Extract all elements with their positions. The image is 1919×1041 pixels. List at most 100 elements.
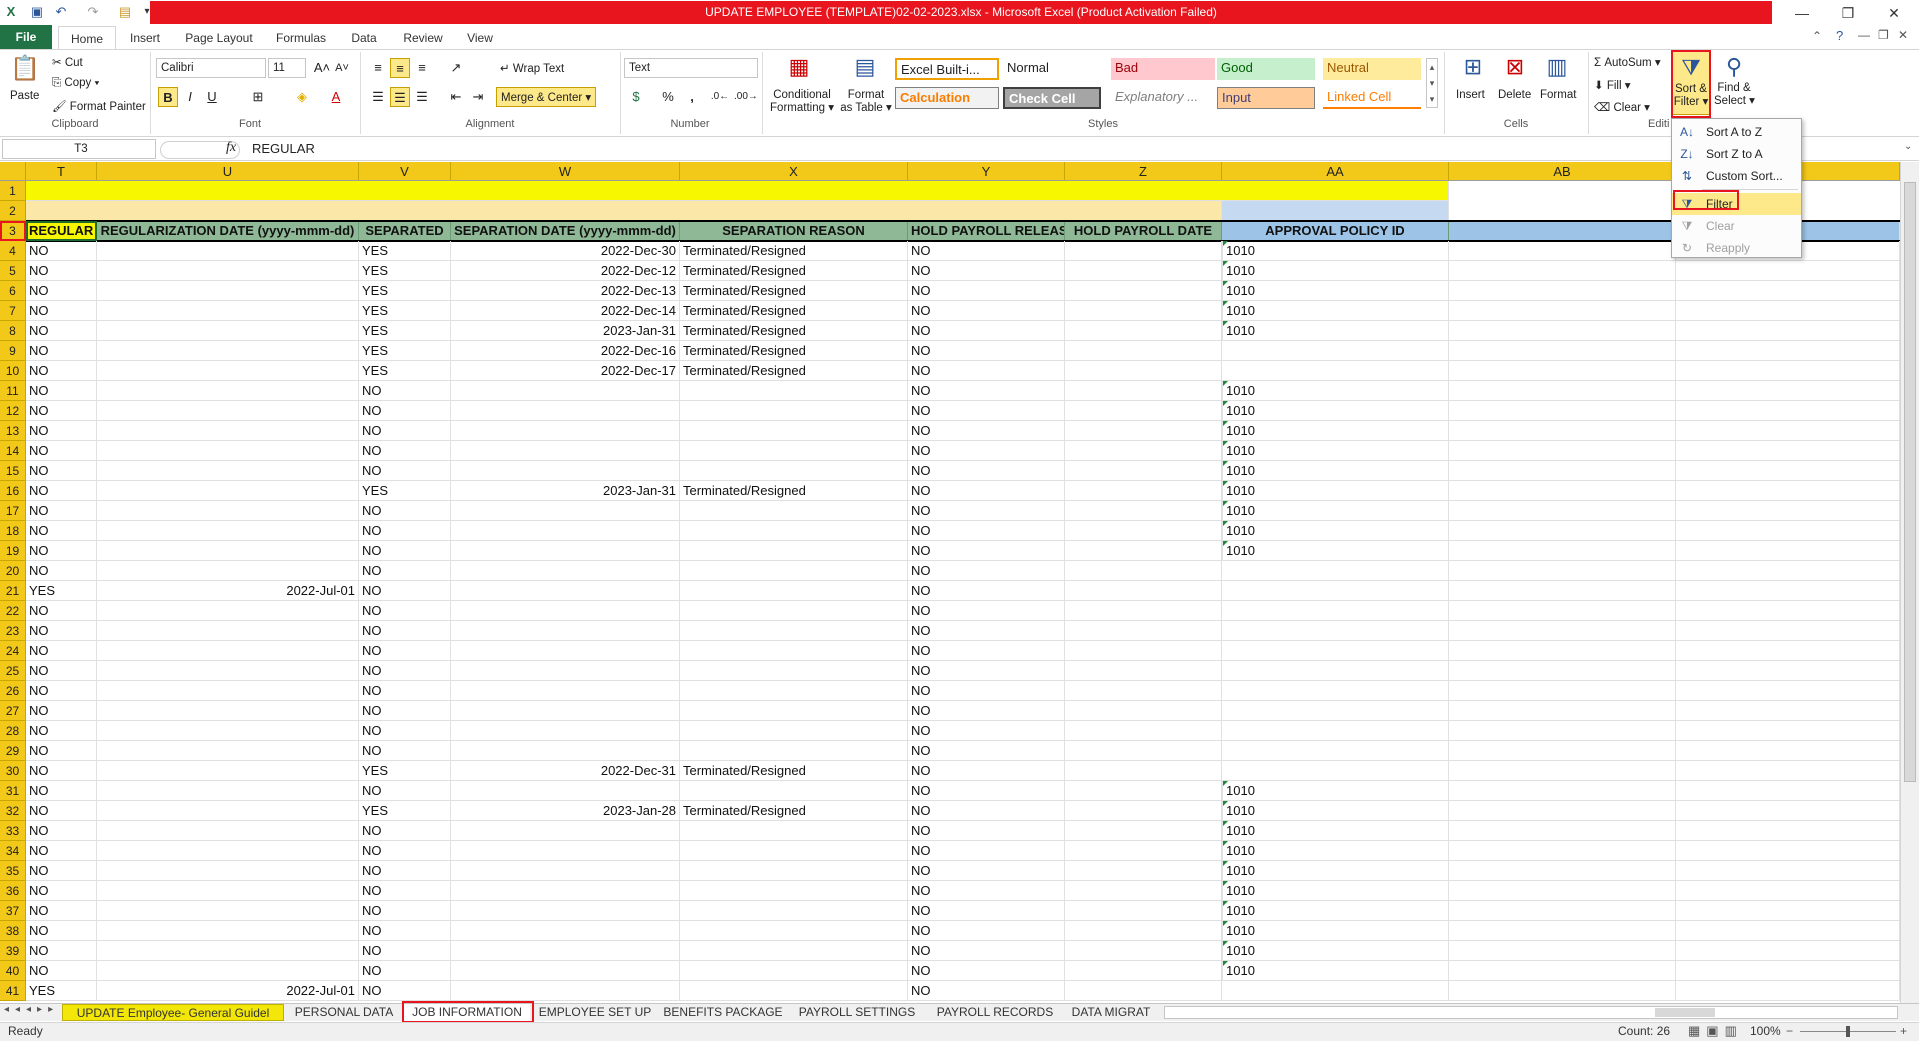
- table-cell[interactable]: [1449, 941, 1676, 961]
- table-cell[interactable]: [97, 881, 359, 901]
- table-cell[interactable]: [1449, 361, 1676, 381]
- table-cell[interactable]: [1676, 781, 1900, 801]
- table-cell[interactable]: [97, 341, 359, 361]
- table-cell[interactable]: [1065, 461, 1222, 481]
- table-cell[interactable]: NO: [908, 341, 1065, 361]
- table-cell[interactable]: [97, 721, 359, 741]
- table-cell[interactable]: [451, 881, 680, 901]
- table-cell[interactable]: [1449, 241, 1676, 261]
- table-cell[interactable]: YES: [359, 301, 451, 321]
- table-cell[interactable]: 1010: [1222, 861, 1449, 881]
- table-cell[interactable]: NO: [908, 521, 1065, 541]
- table-cell[interactable]: [680, 741, 908, 761]
- table-cell[interactable]: 1010: [1222, 461, 1449, 481]
- row-header[interactable]: 41: [0, 981, 26, 1001]
- table-cell[interactable]: NO: [908, 821, 1065, 841]
- table-cell[interactable]: NO: [359, 461, 451, 481]
- table-cell[interactable]: [1065, 961, 1222, 981]
- table-cell[interactable]: 1010: [1222, 301, 1449, 321]
- table-cell[interactable]: [451, 641, 680, 661]
- table-cell[interactable]: YES: [359, 761, 451, 781]
- table-cell[interactable]: NO: [26, 781, 97, 801]
- table-cell[interactable]: [1449, 921, 1676, 941]
- table-cell[interactable]: [451, 981, 680, 1001]
- sheet-tab-payroll-settings[interactable]: PAYROLL SETTINGS: [792, 1004, 922, 1021]
- table-cell[interactable]: 2022-Dec-14: [451, 301, 680, 321]
- table-cell[interactable]: NO: [908, 941, 1065, 961]
- table-cell[interactable]: [680, 401, 908, 421]
- table-cell[interactable]: [451, 441, 680, 461]
- table-cell[interactable]: [680, 541, 908, 561]
- table-cell[interactable]: [97, 281, 359, 301]
- table-cell[interactable]: NO: [908, 481, 1065, 501]
- table-cell[interactable]: NO: [26, 661, 97, 681]
- table-cell[interactable]: NO: [908, 601, 1065, 621]
- table-cell[interactable]: [1676, 381, 1900, 401]
- table-cell[interactable]: NO: [26, 421, 97, 441]
- row-header[interactable]: 31: [0, 781, 26, 801]
- table-cell[interactable]: NO: [908, 261, 1065, 281]
- table-cell[interactable]: [680, 621, 908, 641]
- table-cell[interactable]: [451, 541, 680, 561]
- table-cell[interactable]: [1065, 441, 1222, 461]
- table-cell[interactable]: [1676, 401, 1900, 421]
- table-cell[interactable]: [680, 561, 908, 581]
- table-cell[interactable]: NO: [359, 581, 451, 601]
- table-cell[interactable]: 1010: [1222, 921, 1449, 941]
- table-cell[interactable]: NO: [26, 681, 97, 701]
- table-cell[interactable]: YES: [359, 801, 451, 821]
- table-cell[interactable]: [1449, 841, 1676, 861]
- table-cell[interactable]: [680, 721, 908, 741]
- table-cell[interactable]: [1065, 861, 1222, 881]
- column-header[interactable]: Y: [908, 162, 1065, 181]
- table-cell[interactable]: [680, 781, 908, 801]
- table-cell[interactable]: [451, 381, 680, 401]
- table-cell[interactable]: [97, 921, 359, 941]
- table-cell[interactable]: [97, 681, 359, 701]
- table-cell[interactable]: [1065, 761, 1222, 781]
- row-header[interactable]: 11: [0, 381, 26, 401]
- table-cell[interactable]: Terminated/Resigned: [680, 801, 908, 821]
- table-cell[interactable]: NO: [908, 381, 1065, 401]
- table-cell[interactable]: NO: [359, 441, 451, 461]
- table-cell[interactable]: [451, 501, 680, 521]
- table-cell[interactable]: NO: [359, 741, 451, 761]
- table-cell[interactable]: Terminated/Resigned: [680, 261, 908, 281]
- table-cell[interactable]: NO: [26, 881, 97, 901]
- table-cell[interactable]: NO: [908, 681, 1065, 701]
- table-cell[interactable]: [1065, 281, 1222, 301]
- table-cell[interactable]: [97, 821, 359, 841]
- table-cell[interactable]: [1676, 661, 1900, 681]
- table-cell[interactable]: [97, 461, 359, 481]
- row-header[interactable]: 14: [0, 441, 26, 461]
- row-header[interactable]: 36: [0, 881, 26, 901]
- table-cell[interactable]: [451, 921, 680, 941]
- table-cell[interactable]: NO: [26, 941, 97, 961]
- table-cell[interactable]: [1449, 681, 1676, 701]
- table-cell[interactable]: Terminated/Resigned: [680, 301, 908, 321]
- table-cell[interactable]: [1449, 621, 1676, 641]
- table-cell[interactable]: [1065, 841, 1222, 861]
- sheet-tab-payroll-records[interactable]: PAYROLL RECORDS: [930, 1004, 1060, 1021]
- table-cell[interactable]: [451, 901, 680, 921]
- table-cell[interactable]: NO: [908, 881, 1065, 901]
- table-cell[interactable]: NO: [359, 721, 451, 741]
- table-cell[interactable]: 1010: [1222, 541, 1449, 561]
- table-cell[interactable]: 1010: [1222, 261, 1449, 281]
- row-header[interactable]: 25: [0, 661, 26, 681]
- active-cell-T3[interactable]: [26, 221, 97, 241]
- row-header[interactable]: 27: [0, 701, 26, 721]
- row-header[interactable]: 12: [0, 401, 26, 421]
- table-cell[interactable]: NO: [359, 661, 451, 681]
- table-cell[interactable]: 1010: [1222, 521, 1449, 541]
- sheet-tab-data-migration[interactable]: DATA MIGRAT: [1068, 1004, 1154, 1021]
- table-cell[interactable]: [1065, 881, 1222, 901]
- table-cell[interactable]: [680, 941, 908, 961]
- table-cell[interactable]: [1065, 641, 1222, 661]
- table-cell[interactable]: NO: [26, 501, 97, 521]
- sheet-tab-personal-data[interactable]: PERSONAL DATA: [288, 1004, 400, 1021]
- table-cell[interactable]: NO: [908, 761, 1065, 781]
- table-cell[interactable]: 1010: [1222, 961, 1449, 981]
- table-cell[interactable]: NO: [26, 641, 97, 661]
- table-cell[interactable]: NO: [908, 901, 1065, 921]
